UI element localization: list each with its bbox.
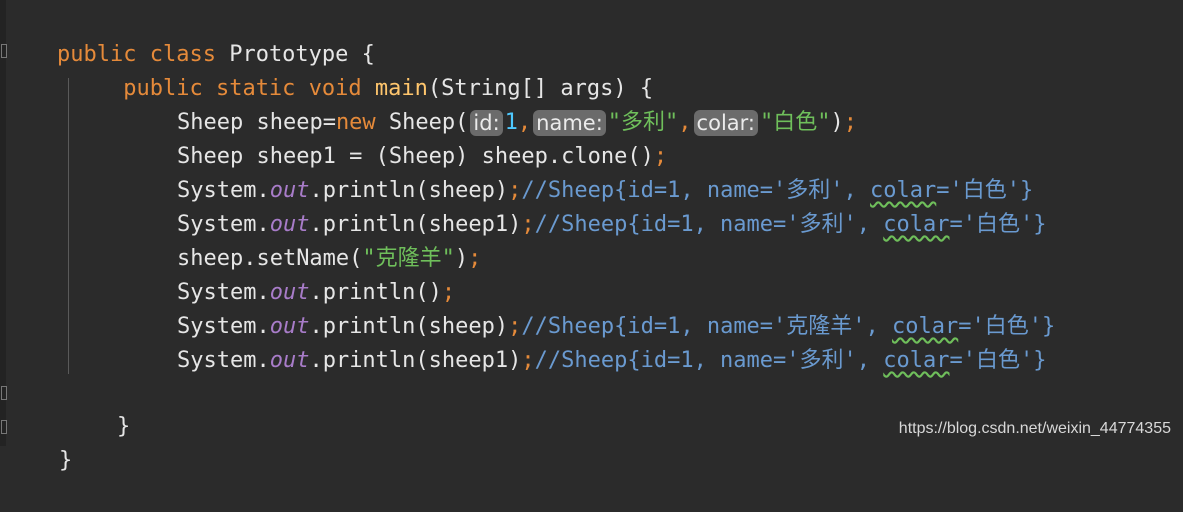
code-line-13[interactable]: } bbox=[6, 410, 72, 473]
comma: , bbox=[678, 110, 692, 135]
code-line-12[interactable]: } bbox=[64, 376, 130, 439]
watermark-url: https://blog.csdn.net/weixin_44774355 bbox=[898, 420, 1171, 437]
param-hint-colar: colar: bbox=[693, 110, 758, 136]
code-line-2[interactable]: public static void main(String[] args) { bbox=[4, 38, 653, 101]
close-paren: ) bbox=[830, 110, 844, 135]
code-editor[interactable]: public class Prototype { public static v… bbox=[0, 0, 1183, 473]
code-line-5[interactable]: System.out.println(sheep);//Sheep{id=1, … bbox=[124, 140, 1033, 203]
brace-close: } bbox=[116, 414, 131, 439]
whitespace-dots bbox=[57, 76, 123, 101]
code-line-10[interactable]: System.out.println(sheep1);//Sheep{id=1,… bbox=[124, 310, 1047, 373]
semicolon: ; bbox=[843, 110, 857, 135]
comment-typo: colar bbox=[883, 348, 950, 373]
close-paren: ) bbox=[454, 246, 469, 271]
println-call: .println(sheep1) bbox=[309, 348, 522, 373]
code-line-6[interactable]: System.out.println(sheep1);//Sheep{id=1,… bbox=[124, 174, 1047, 237]
comment-typo: colar bbox=[883, 212, 950, 237]
system-ref: System. bbox=[176, 348, 270, 373]
code-line-8[interactable]: System.out.println(); bbox=[124, 242, 455, 305]
code-line-9[interactable]: System.out.println(sheep);//Sheep{id=1, … bbox=[124, 276, 1055, 339]
comment: ='白色'} bbox=[949, 348, 1047, 373]
semicolon: ; bbox=[521, 348, 535, 373]
semicolon: ; bbox=[468, 246, 482, 271]
semicolon: ; bbox=[521, 212, 535, 237]
comment: //Sheep{id=1, name='多利', bbox=[534, 348, 884, 373]
brace-close: } bbox=[58, 448, 73, 473]
code-line-4[interactable]: Sheep sheep1 = (Sheep) sheep.clone(); bbox=[124, 106, 667, 169]
code-line-1[interactable]: public class Prototype { bbox=[4, 4, 375, 67]
code-line-7[interactable]: sheep.setName("克隆羊"); bbox=[124, 208, 481, 271]
string-literal: "白色" bbox=[759, 110, 831, 135]
indent-guide bbox=[68, 78, 69, 374]
comment: ='白色'} bbox=[949, 212, 1047, 237]
comment: //Sheep{id=1, name='多利', bbox=[534, 212, 884, 237]
code-line-3[interactable]: Sheep sheep=new Sheep(id: 1, name: "多利", col… bbox=[124, 72, 857, 136]
fold-marker-icon[interactable] bbox=[1, 386, 7, 400]
field-out: out bbox=[269, 348, 310, 373]
